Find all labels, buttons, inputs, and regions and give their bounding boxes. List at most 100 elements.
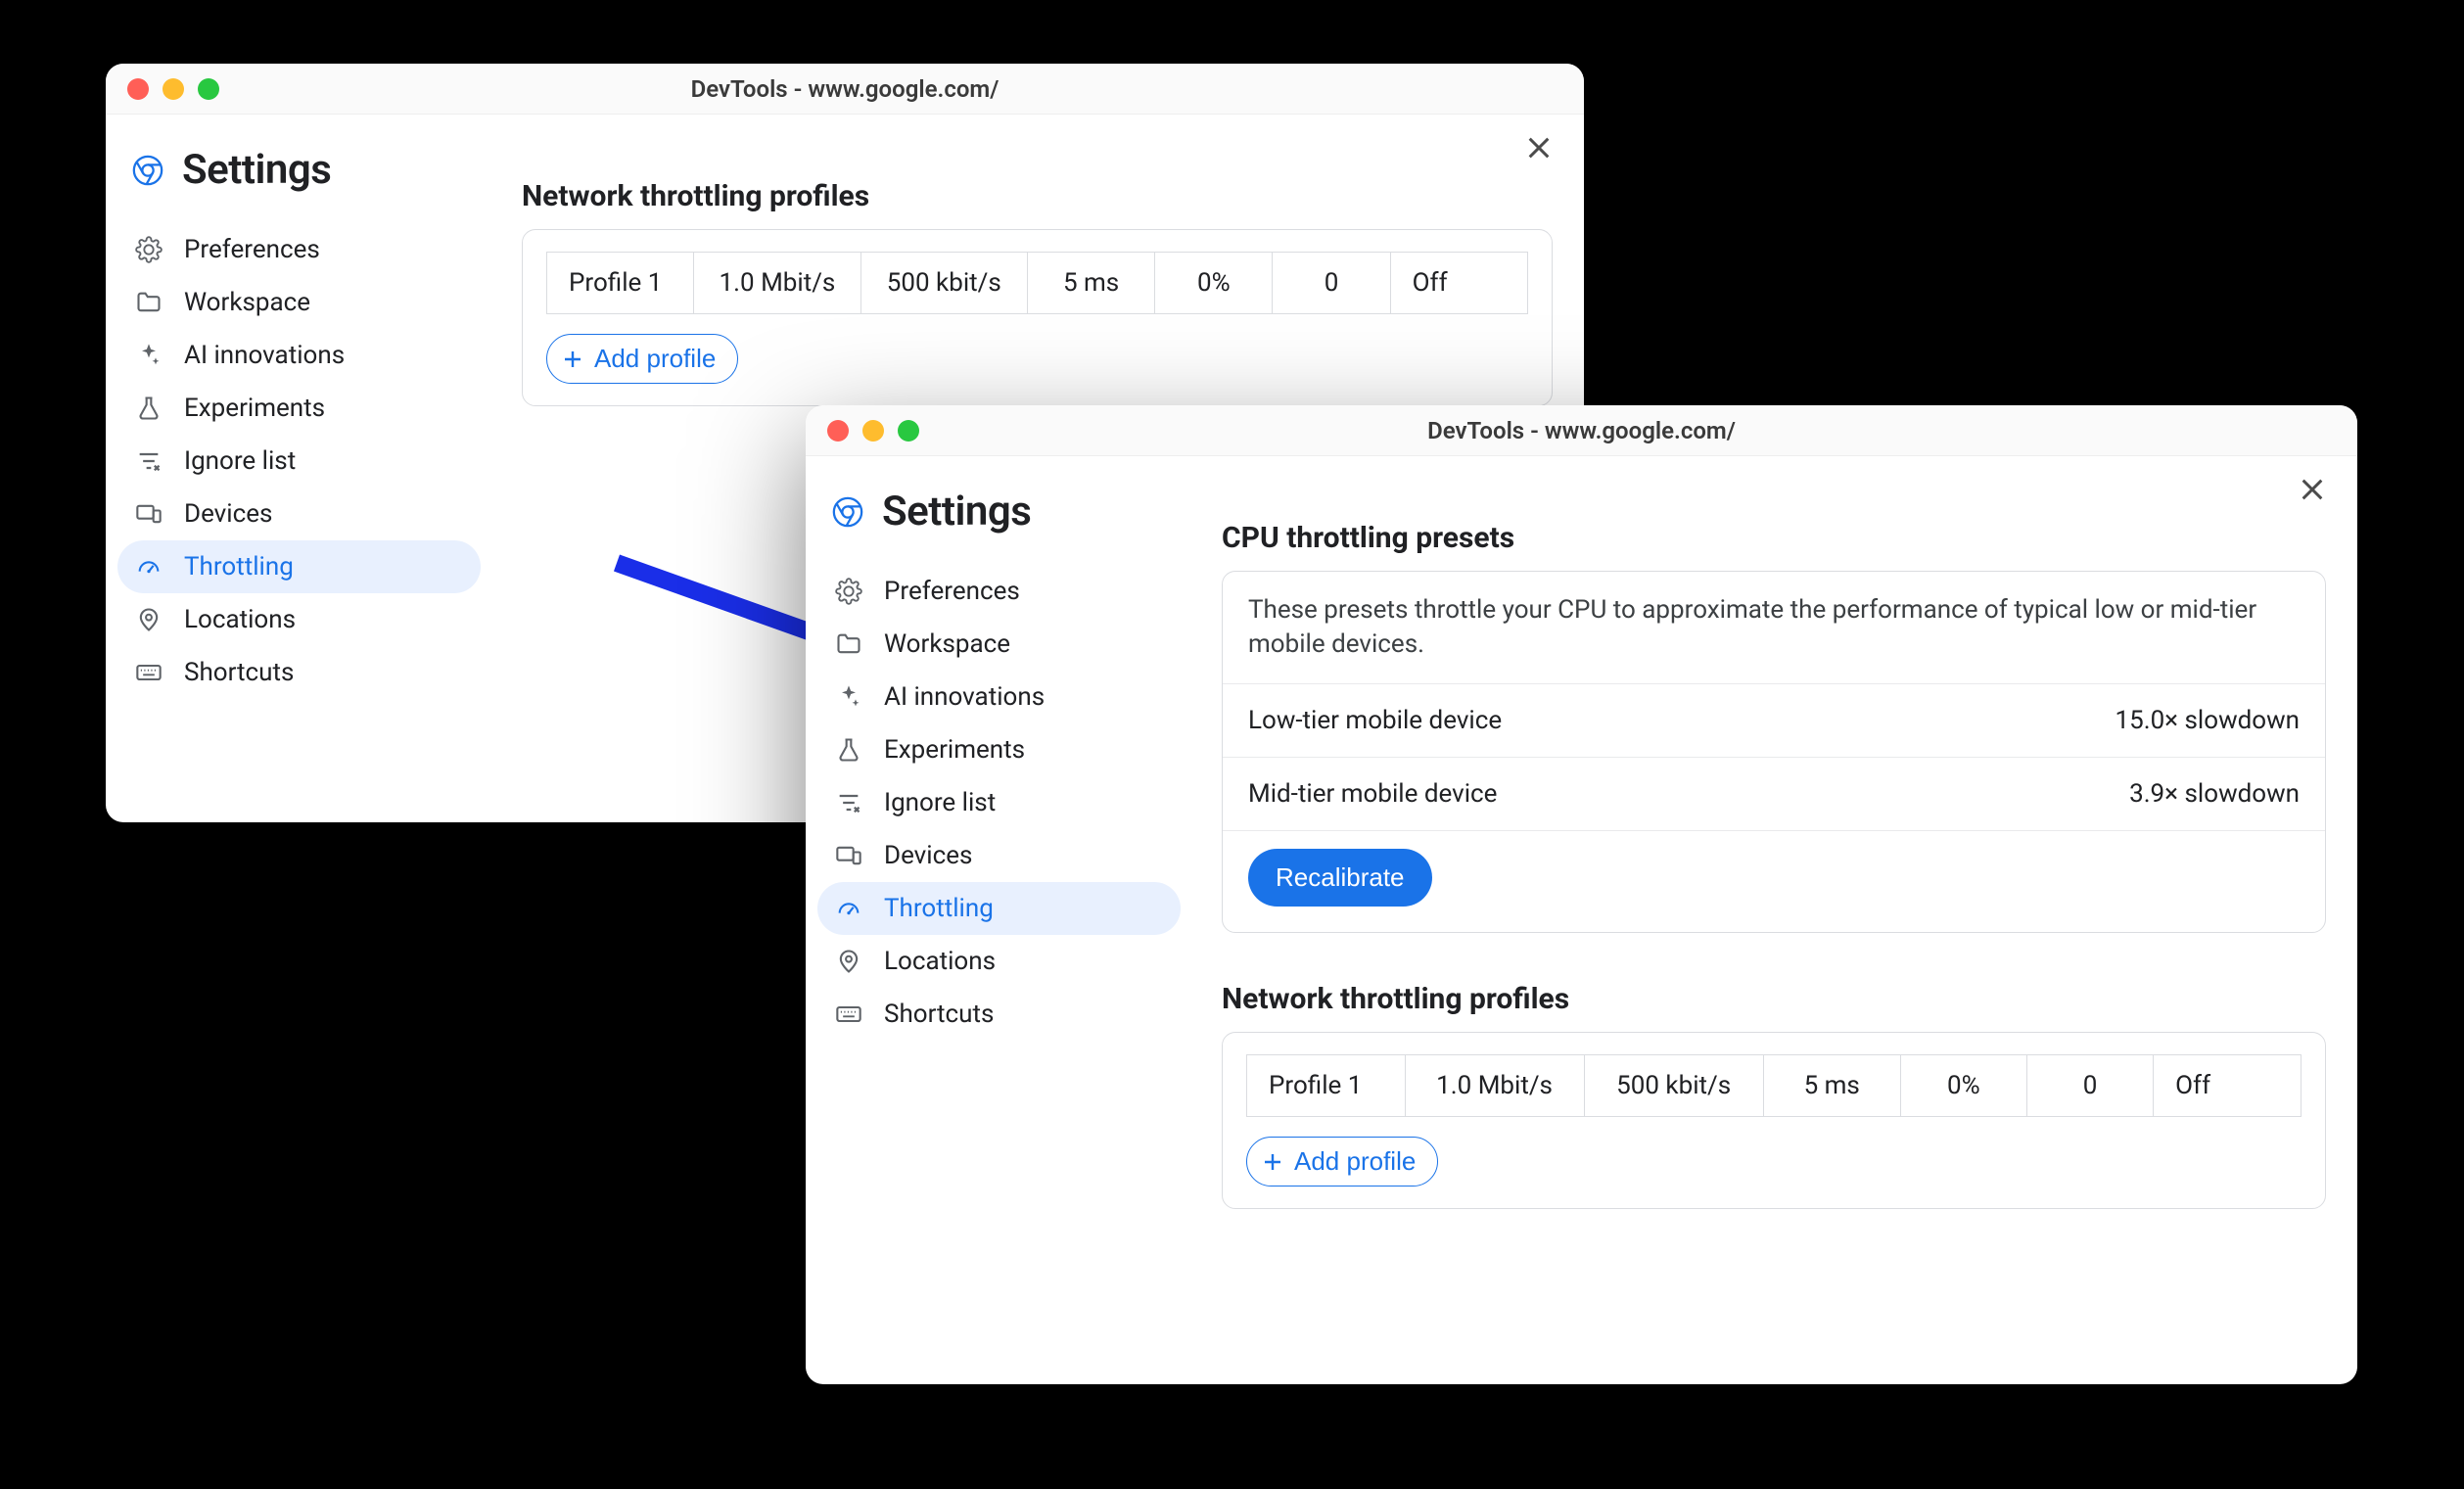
sidebar-item-label: Experiments xyxy=(184,394,325,423)
sidebar-item-locations[interactable]: Locations xyxy=(117,593,481,646)
sidebar-item-ai[interactable]: AI innovations xyxy=(117,329,481,382)
network-profiles-table: Profile 1 1.0 Mbit/s 500 kbit/s 5 ms 0% … xyxy=(546,252,1528,314)
profile-upload-cell: 500 kbit/s xyxy=(1584,1055,1763,1117)
sidebar-item-label: AI innovations xyxy=(884,682,1045,712)
titlebar: DevTools - www.google.com/ xyxy=(106,64,1584,115)
sidebar-item-label: Ignore list xyxy=(884,788,996,817)
traffic-lights xyxy=(827,420,919,442)
window-title: DevTools - www.google.com/ xyxy=(1427,417,1736,444)
devices-icon xyxy=(135,500,163,528)
close-icon[interactable] xyxy=(827,420,849,442)
sidebar-item-throttling[interactable]: Throttling xyxy=(117,540,481,593)
cpu-preset-value: 3.9× slowdown xyxy=(2129,779,2300,809)
sidebar-item-shortcuts[interactable]: Shortcuts xyxy=(817,988,1181,1041)
sidebar-item-preferences[interactable]: Preferences xyxy=(817,565,1181,618)
sparkle-icon xyxy=(135,342,163,369)
zoom-icon[interactable] xyxy=(198,78,219,100)
gauge-icon xyxy=(135,553,163,581)
cpu-preset-row[interactable]: Low-tier mobile device 15.0× slowdown xyxy=(1223,683,2325,757)
sidebar-item-label: Devices xyxy=(184,499,272,529)
folder-icon xyxy=(835,630,862,658)
add-profile-button[interactable]: Add profile xyxy=(546,334,738,384)
profile-queue-cell: 0 xyxy=(2026,1055,2153,1117)
sidebar-item-label: Ignore list xyxy=(184,446,296,476)
flask-icon xyxy=(135,395,163,422)
close-icon[interactable] xyxy=(127,78,149,100)
profile-latency-cell: 5 ms xyxy=(1027,253,1154,314)
gauge-icon xyxy=(835,895,862,922)
settings-main: CPU throttling presets These presets thr… xyxy=(1192,456,2357,1384)
network-throttling-title: Network throttling profiles xyxy=(522,179,1553,213)
minimize-icon[interactable] xyxy=(163,78,184,100)
profile-name-cell: Profile 1 xyxy=(1247,1055,1406,1117)
sidebar-header: Settings xyxy=(817,476,1181,565)
cpu-preset-name: Low-tier mobile device xyxy=(1248,706,1502,735)
sidebar-item-shortcuts[interactable]: Shortcuts xyxy=(117,646,481,699)
sidebar-item-label: Shortcuts xyxy=(884,1000,994,1029)
sidebar-item-label: Locations xyxy=(184,605,296,634)
titlebar: DevTools - www.google.com/ xyxy=(806,405,2357,456)
profile-loss-cell: 0% xyxy=(1900,1055,2026,1117)
sidebar-item-label: Devices xyxy=(884,841,972,870)
sidebar-item-workspace[interactable]: Workspace xyxy=(117,276,481,329)
zoom-icon[interactable] xyxy=(898,420,919,442)
sidebar-item-label: AI innovations xyxy=(184,341,345,370)
sidebar-item-experiments[interactable]: Experiments xyxy=(817,723,1181,776)
sidebar-item-label: Throttling xyxy=(884,894,994,923)
sidebar-item-workspace[interactable]: Workspace xyxy=(817,618,1181,671)
recalibrate-button[interactable]: Recalibrate xyxy=(1248,849,1432,907)
filterx-icon xyxy=(835,789,862,816)
profile-state-cell: Off xyxy=(1390,253,1527,314)
settings-sidebar: Settings Preferences Workspace AI innovati… xyxy=(806,456,1192,1384)
sidebar-item-label: Experiments xyxy=(884,735,1025,765)
sidebar-item-devices[interactable]: Devices xyxy=(817,829,1181,882)
keyboard-icon xyxy=(135,659,163,686)
settings-title: Settings xyxy=(182,146,331,194)
sidebar-item-label: Locations xyxy=(884,947,996,976)
network-profiles-table: Profile 1 1.0 Mbit/s 500 kbit/s 5 ms 0% … xyxy=(1246,1054,2301,1117)
profile-upload-cell: 500 kbit/s xyxy=(860,253,1027,314)
pin-icon xyxy=(835,948,862,975)
sparkle-icon xyxy=(835,683,862,711)
cpu-preset-row[interactable]: Mid-tier mobile device 3.9× slowdown xyxy=(1223,757,2325,830)
sidebar-item-preferences[interactable]: Preferences xyxy=(117,223,481,276)
close-settings-button[interactable] xyxy=(1523,132,1555,163)
minimize-icon[interactable] xyxy=(862,420,884,442)
profile-latency-cell: 5 ms xyxy=(1763,1055,1900,1117)
sidebar-item-ignore[interactable]: Ignore list xyxy=(817,776,1181,829)
cpu-presets-card: These presets throttle your CPU to appro… xyxy=(1222,571,2326,933)
devices-icon xyxy=(835,842,862,869)
chrome-icon xyxy=(131,154,164,187)
profile-state-cell: Off xyxy=(2154,1055,2301,1117)
sidebar-item-locations[interactable]: Locations xyxy=(817,935,1181,988)
network-profiles-card: Profile 1 1.0 Mbit/s 500 kbit/s 5 ms 0% … xyxy=(1222,1032,2326,1209)
add-profile-label: Add profile xyxy=(594,344,716,374)
chrome-icon xyxy=(831,495,864,529)
cpu-preset-name: Mid-tier mobile device xyxy=(1248,779,1497,809)
add-profile-button[interactable]: Add profile xyxy=(1246,1137,1438,1187)
sidebar-item-label: Preferences xyxy=(884,577,1020,606)
cpu-throttling-title: CPU throttling presets xyxy=(1222,521,2326,555)
cpu-preset-value: 15.0× slowdown xyxy=(2115,706,2300,735)
sidebar-item-ignore[interactable]: Ignore list xyxy=(117,435,481,488)
table-row[interactable]: Profile 1 1.0 Mbit/s 500 kbit/s 5 ms 0% … xyxy=(1247,1055,2301,1117)
sidebar-item-label: Workspace xyxy=(884,629,1010,659)
cpu-presets-description: These presets throttle your CPU to appro… xyxy=(1223,572,2325,683)
devtools-window-b: DevTools - www.google.com/ Settings Pref… xyxy=(806,405,2357,1384)
profile-download-cell: 1.0 Mbit/s xyxy=(694,253,860,314)
sidebar-item-label: Preferences xyxy=(184,235,320,264)
gear-icon xyxy=(835,578,862,605)
plus-icon xyxy=(561,348,584,371)
sidebar-item-experiments[interactable]: Experiments xyxy=(117,382,481,435)
profile-loss-cell: 0% xyxy=(1155,253,1273,314)
table-row[interactable]: Profile 1 1.0 Mbit/s 500 kbit/s 5 ms 0% … xyxy=(547,253,1528,314)
network-throttling-title: Network throttling profiles xyxy=(1222,982,2326,1016)
add-profile-label: Add profile xyxy=(1294,1146,1416,1177)
folder-icon xyxy=(135,289,163,316)
sidebar-item-devices[interactable]: Devices xyxy=(117,488,481,540)
filterx-icon xyxy=(135,447,163,475)
sidebar-item-ai[interactable]: AI innovations xyxy=(817,671,1181,723)
sidebar-item-throttling[interactable]: Throttling xyxy=(817,882,1181,935)
close-settings-button[interactable] xyxy=(2297,474,2328,505)
profile-queue-cell: 0 xyxy=(1273,253,1390,314)
